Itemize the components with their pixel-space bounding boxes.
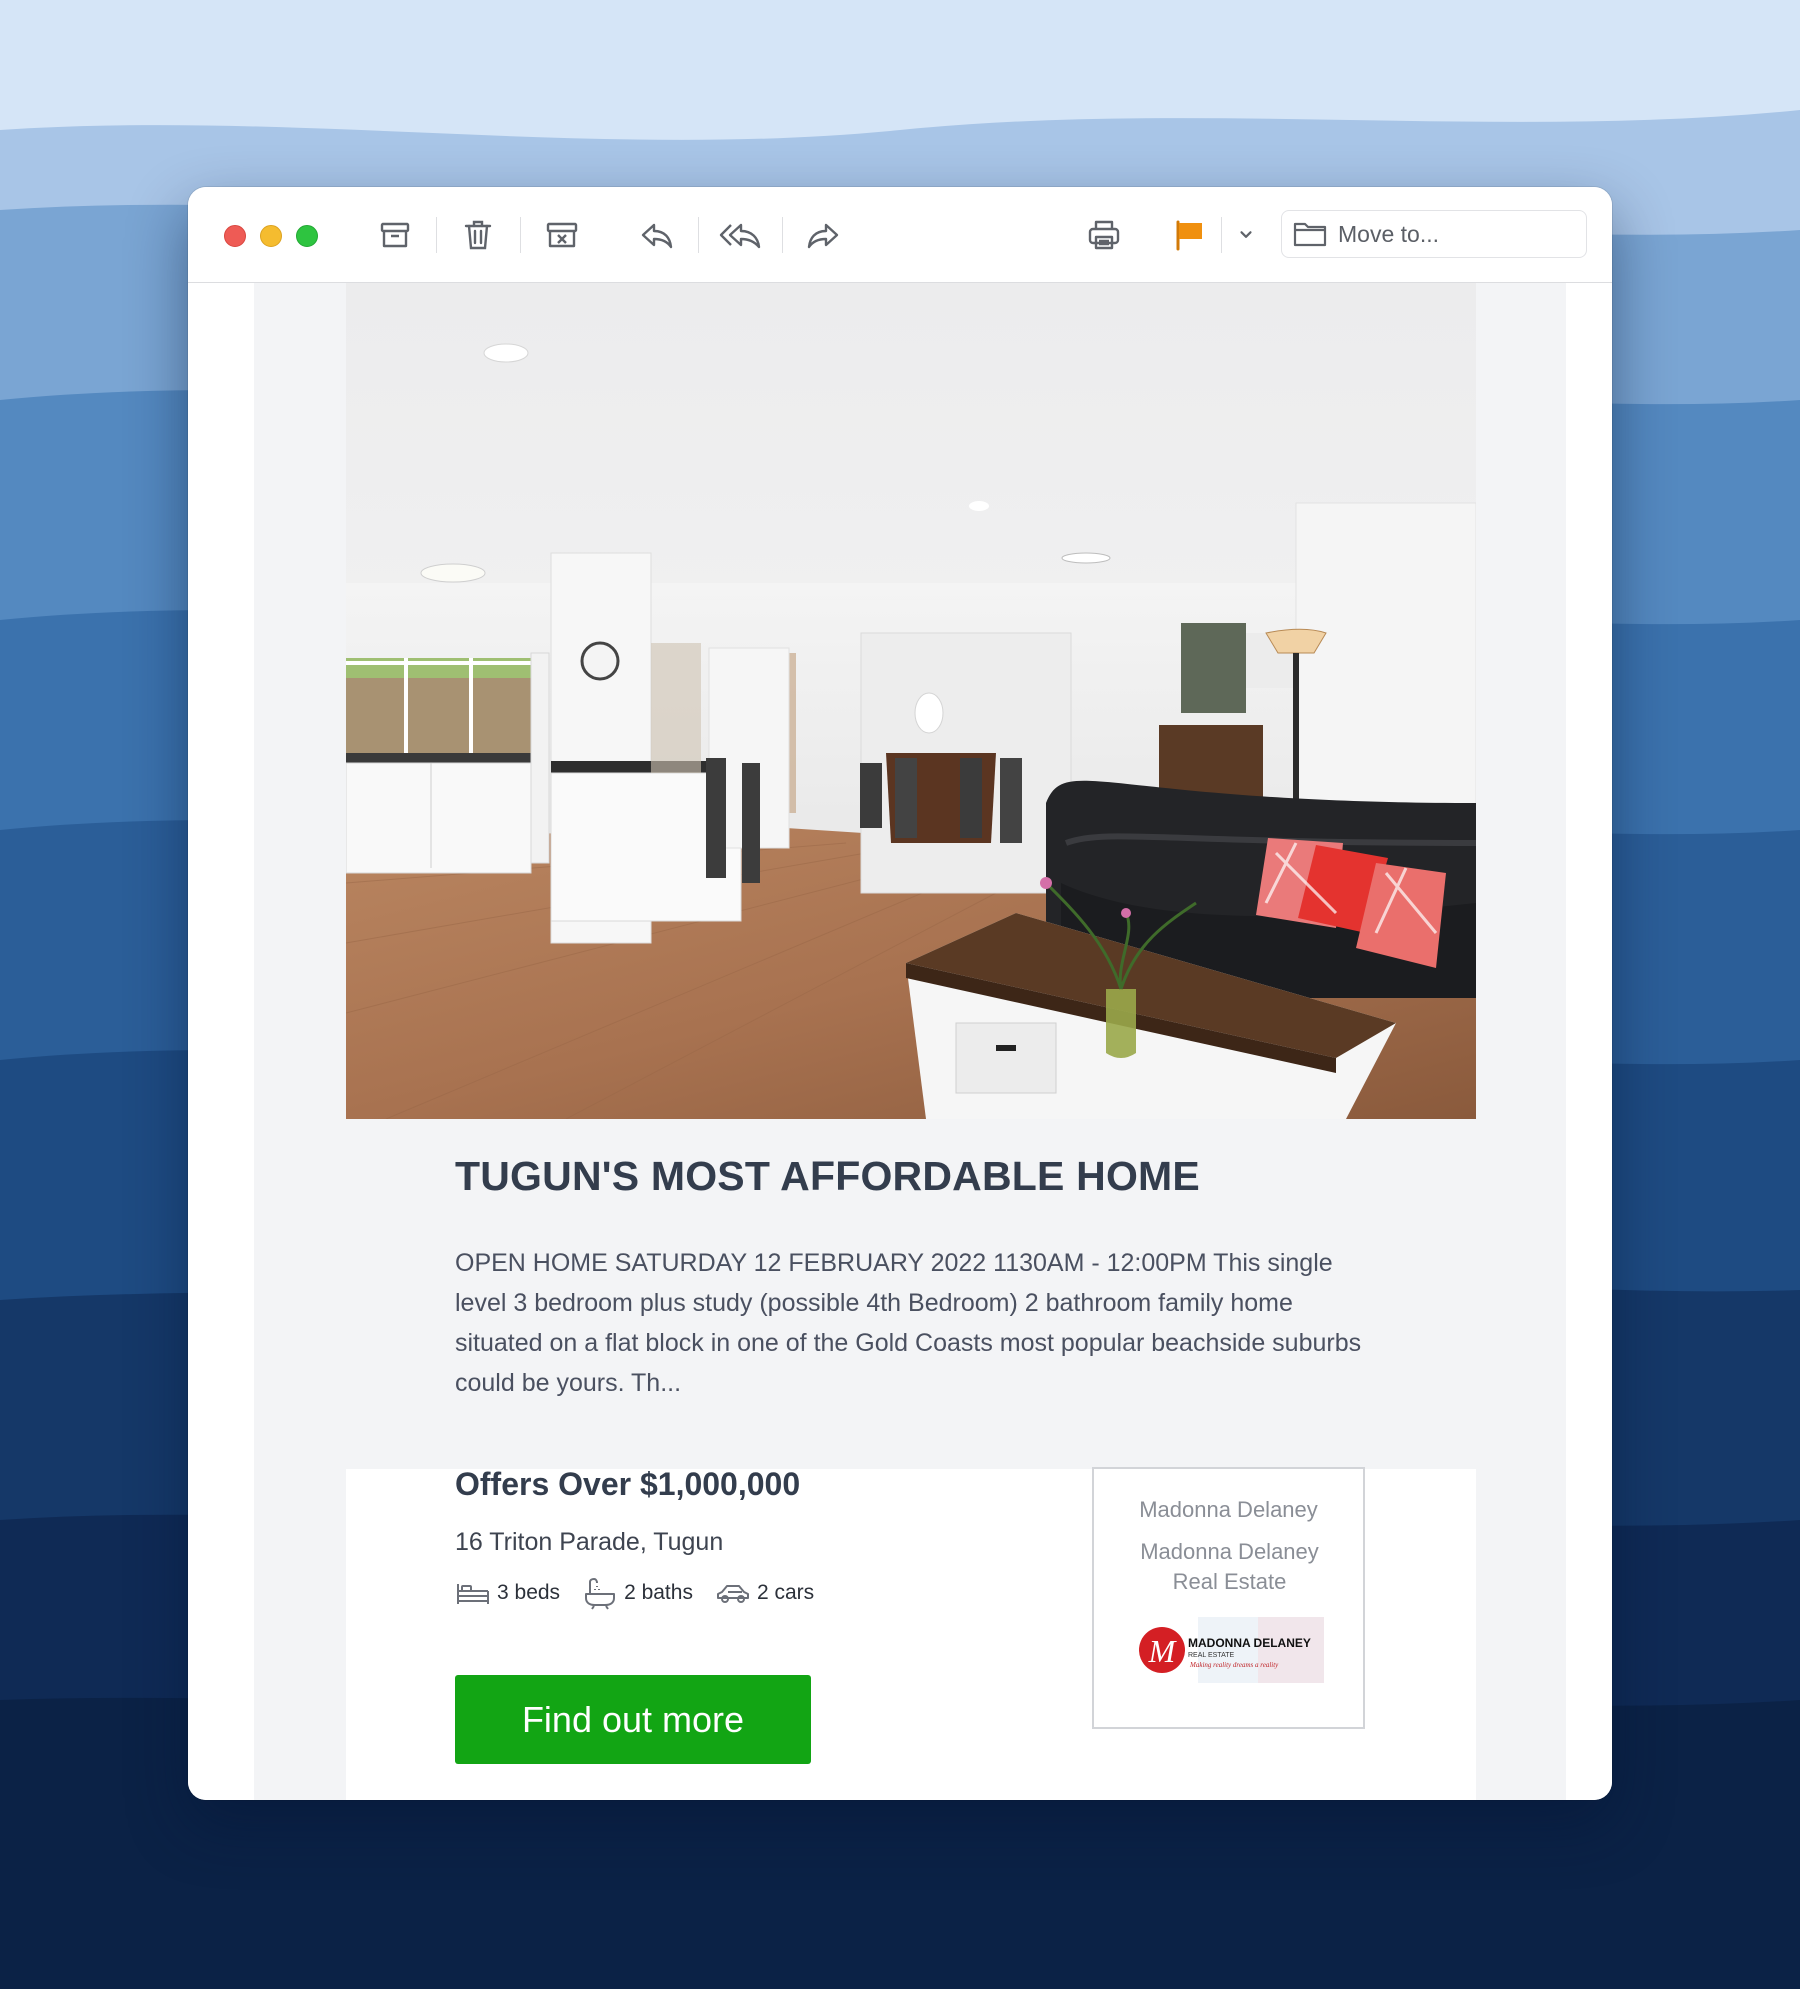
toolbar-separator [1221, 217, 1222, 253]
reply-button[interactable] [635, 213, 679, 257]
mail-window: Move to... TUGUN'S MOST AFFORDABLE HOME … [188, 187, 1612, 1800]
listing-address: 16 Triton Parade, Tugun [455, 1528, 724, 1556]
flag-menu-button[interactable] [1231, 213, 1261, 257]
bath-icon [585, 1578, 616, 1610]
baths-label: 2 baths [624, 1581, 693, 1604]
reply-all-button[interactable] [716, 213, 766, 257]
toolbar-separator [782, 217, 783, 253]
listing-price: Offers Over $1,000,000 [455, 1466, 801, 1502]
logo-monogram: M [1148, 1633, 1178, 1669]
toolbar-separator [520, 217, 521, 253]
logo-sub: REAL ESTATE [1188, 1652, 1234, 1659]
minimize-window-button[interactable] [260, 225, 282, 247]
property-photo[interactable] [346, 283, 1476, 1119]
toolbar: Move to... [188, 187, 1612, 283]
listing-description: OPEN HOME SATURDAY 12 FEBRUARY 2022 1130… [455, 1249, 1362, 1397]
cars-feature: 2 cars [715, 1576, 814, 1610]
forward-icon [807, 223, 839, 249]
baths-feature: 2 baths [582, 1576, 693, 1610]
chevron-down-icon [1240, 231, 1252, 238]
junk-icon [546, 222, 578, 248]
toolbar-separator [436, 217, 437, 253]
reply-icon [641, 223, 673, 249]
flag-button[interactable] [1167, 213, 1211, 257]
junk-button[interactable] [540, 213, 584, 257]
logo-tagline: Making reality dreams a reality [1189, 1661, 1279, 1669]
forward-button[interactable] [801, 213, 845, 257]
print-button[interactable] [1082, 213, 1126, 257]
toolbar-separator [698, 217, 699, 253]
beds-label: 3 beds [497, 1581, 561, 1604]
listing-features: 3 beds 2 baths 2 cars [455, 1573, 836, 1613]
archive-icon [380, 222, 410, 248]
logo-brand: MADONNA DELANEY [1188, 1636, 1311, 1650]
trash-icon [464, 220, 492, 250]
beds-feature: 3 beds [455, 1576, 560, 1610]
agent-name: Madonna Delaney [1139, 1497, 1318, 1522]
move-to-placeholder: Move to... [1338, 220, 1439, 247]
move-to-field[interactable]: Move to... [1281, 210, 1587, 258]
reply-all-icon [719, 223, 761, 249]
archive-button[interactable] [373, 213, 417, 257]
listing-title[interactable]: TUGUN'S MOST AFFORDABLE HOME [455, 1153, 1415, 1200]
agency-name: Madonna Delaney Real Estate [1140, 1539, 1319, 1594]
listing-card: TUGUN'S MOST AFFORDABLE HOME OPEN HOME S… [346, 283, 1476, 1800]
delete-button[interactable] [456, 213, 500, 257]
printer-icon [1088, 220, 1120, 250]
car-icon [716, 1585, 749, 1603]
interior-photo [346, 283, 1476, 1119]
message-body: TUGUN'S MOST AFFORDABLE HOME OPEN HOME S… [188, 283, 1612, 1800]
flag-icon [1176, 220, 1202, 251]
agency-logo: M MADONNA DELANEY REAL ESTATE Making rea… [1139, 1617, 1324, 1683]
cars-label: 2 cars [756, 1581, 815, 1604]
zoom-window-button[interactable] [296, 225, 318, 247]
find-out-more-button[interactable]: Find out more [455, 1675, 811, 1764]
close-window-button[interactable] [224, 225, 246, 247]
bed-icon [457, 1584, 489, 1604]
agent-card[interactable]: Madonna Delaney Madonna Delaney Real Est… [1092, 1467, 1365, 1729]
folder-icon [1293, 222, 1327, 247]
